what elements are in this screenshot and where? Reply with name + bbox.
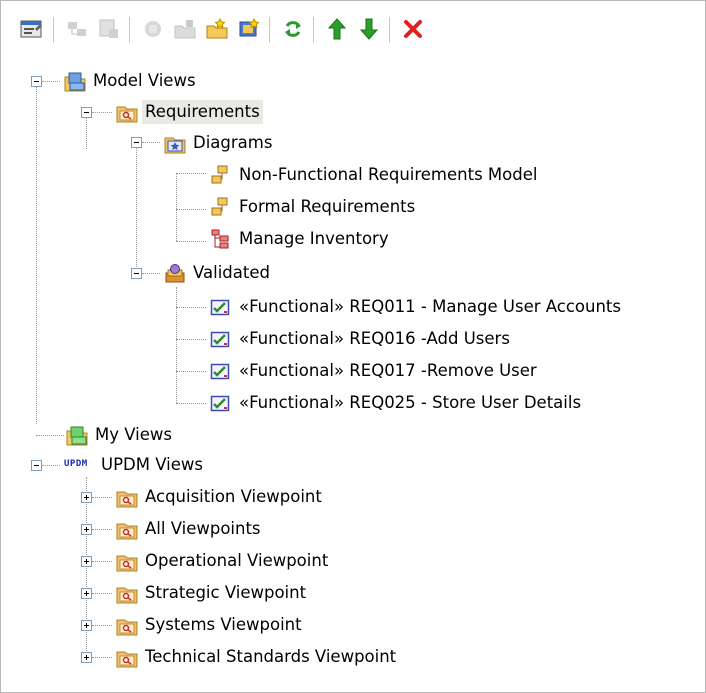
node-label: Formal Requirements	[239, 197, 416, 216]
package-folder-icon	[116, 583, 138, 604]
move-down-icon[interactable]	[355, 15, 383, 43]
tree-node-viewpoint[interactable]: Acquisition Viewpoint	[116, 482, 325, 512]
node-label: Validated	[193, 263, 270, 282]
package-folder-icon	[116, 647, 138, 668]
my-views-folder-icon	[66, 425, 88, 446]
toolbar	[1, 1, 705, 45]
expand-acquisition-toggle[interactable]	[81, 492, 92, 503]
tree-node-diagrams[interactable]: Diagrams	[164, 128, 275, 158]
class-diagram-icon	[210, 165, 230, 185]
project-tree: Model Views Requirements Diagrams Non-Fu…	[0, 45, 706, 691]
node-label: Non-Functional Requirements Model	[239, 165, 538, 184]
tree-node-my-views[interactable]: My Views	[66, 420, 175, 450]
node-label: Manage Inventory	[239, 229, 389, 248]
new-root-icon[interactable]	[235, 15, 263, 43]
package-folder-icon	[116, 102, 138, 123]
delete-icon[interactable]	[399, 15, 427, 43]
node-label: Strategic Viewpoint	[145, 583, 307, 602]
tree-node-viewpoint[interactable]: Technical Standards Viewpoint	[116, 642, 399, 672]
expand-operational-toggle[interactable]	[81, 556, 92, 567]
node-label: «Functional» REQ017 -Remove User	[239, 361, 537, 380]
node-label: Acquisition Viewpoint	[145, 487, 322, 506]
diagrams-folder-icon	[164, 133, 186, 154]
tree-node-requirement[interactable]: «Functional» REQ011 - Manage User Accoun…	[210, 292, 624, 322]
tree-node-viewpoint[interactable]: Strategic Viewpoint	[116, 578, 309, 608]
expand-technical-standards-toggle[interactable]	[81, 652, 92, 663]
package-folder-icon	[116, 487, 138, 508]
node-label: Technical Standards Viewpoint	[145, 647, 397, 666]
expand-strategic-toggle[interactable]	[81, 588, 92, 599]
node-label: Operational Viewpoint	[145, 551, 329, 570]
tree-node-viewpoint[interactable]: All Viewpoints	[116, 514, 264, 544]
tree-node-model-views[interactable]: Model Views	[64, 66, 199, 96]
tree-node-requirement[interactable]: «Functional» REQ016 -Add Users	[210, 324, 513, 354]
node-label: Requirements	[142, 100, 263, 124]
collapse-diagrams-toggle[interactable]	[131, 137, 142, 148]
tree-node-updm-views[interactable]: UPDM UPDM Views	[64, 450, 206, 480]
class-diagram-icon	[210, 197, 230, 217]
collapse-model-views-toggle[interactable]	[31, 76, 42, 87]
tree-node-requirement[interactable]: «Functional» REQ017 -Remove User	[210, 356, 540, 386]
requirement-check-icon	[210, 297, 230, 317]
tree-node-diagram-item[interactable]: Formal Requirements	[210, 192, 418, 222]
package-folder-icon	[116, 551, 138, 572]
tree-node-diagram-item[interactable]: Non-Functional Requirements Model	[210, 160, 540, 190]
node-label: «Functional» REQ011 - Manage User Accoun…	[239, 297, 621, 316]
node-label: «Functional» REQ016 -Add Users	[239, 329, 510, 348]
expand-all-viewpoints-toggle[interactable]	[81, 524, 92, 535]
tree-node-viewpoint[interactable]: Systems Viewpoint	[116, 610, 305, 640]
new-view-icon[interactable]	[171, 15, 199, 43]
tree-node-viewpoint[interactable]: Operational Viewpoint	[116, 546, 331, 576]
model-views-folder-icon	[64, 71, 86, 92]
node-label: Model Views	[93, 71, 196, 90]
validated-package-icon	[164, 263, 185, 283]
node-label: Systems Viewpoint	[145, 615, 302, 634]
updm-badge: UPDM	[64, 459, 88, 469]
collapse-requirements-toggle[interactable]	[81, 107, 92, 118]
node-label: Diagrams	[193, 133, 273, 152]
expand-systems-toggle[interactable]	[81, 620, 92, 631]
tree-node-requirements[interactable]: Requirements	[116, 97, 263, 127]
properties-icon[interactable]	[17, 15, 45, 43]
updm-logo-icon: UPDM	[64, 455, 94, 475]
collapse-validated-toggle[interactable]	[131, 268, 142, 279]
tree-node-diagram-item[interactable]: Manage Inventory	[210, 224, 392, 254]
requirement-check-icon	[210, 329, 230, 349]
package-folder-icon	[116, 519, 138, 540]
node-label: My Views	[95, 425, 172, 444]
hierarchy-diagram-icon	[210, 229, 230, 249]
new-model-icon[interactable]	[203, 15, 231, 43]
tree-node-validated[interactable]: Validated	[164, 258, 273, 288]
collapse-updm-views-toggle[interactable]	[31, 460, 42, 471]
new-element-icon[interactable]	[95, 15, 123, 43]
node-label: «Functional» REQ025 - Store User Details	[239, 393, 582, 412]
tree-node-requirement[interactable]: «Functional» REQ025 - Store User Details	[210, 388, 584, 418]
package-folder-icon	[116, 615, 138, 636]
node-label: All Viewpoints	[145, 519, 261, 538]
new-diagram-icon[interactable]	[139, 15, 167, 43]
refresh-icon[interactable]	[279, 15, 307, 43]
node-label: UPDM Views	[101, 455, 203, 474]
requirement-check-icon	[210, 393, 230, 413]
requirement-check-icon	[210, 361, 230, 381]
new-package-icon[interactable]	[63, 15, 91, 43]
move-up-icon[interactable]	[323, 15, 351, 43]
